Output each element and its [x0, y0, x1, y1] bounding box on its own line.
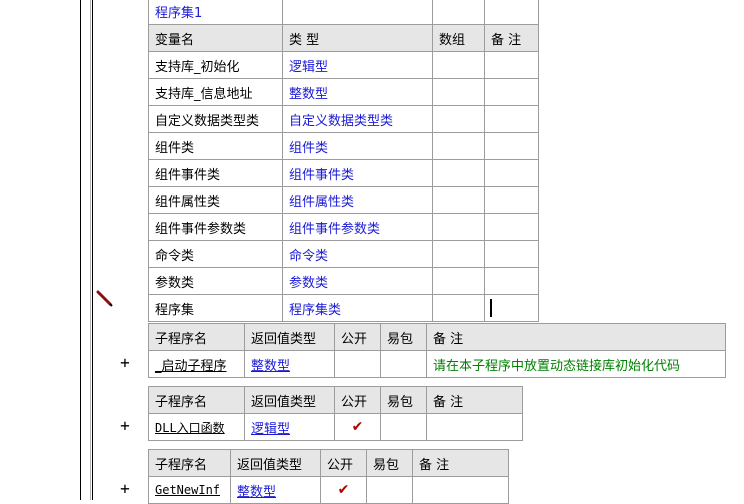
- var-name-cell[interactable]: 组件类: [148, 132, 283, 160]
- expand-subroutine-1[interactable]: +: [118, 353, 132, 372]
- var-name-cell[interactable]: 组件事件参数类: [148, 213, 283, 241]
- col-header-return-type: 返回值类型: [244, 323, 335, 351]
- subroutine-table-3: 子程序名 返回值类型 公开 易包 备 注 GetNewInf 整数型 ✔: [148, 449, 509, 504]
- var-type-cell[interactable]: 参数类: [282, 267, 433, 295]
- sub-name-cell[interactable]: GetNewInf: [148, 476, 231, 504]
- col-header-easy-pack: 易包: [380, 386, 427, 414]
- assembly-name-cell[interactable]: 程序集1: [148, 0, 283, 25]
- col-header-easy-pack: 易包: [380, 323, 427, 351]
- col-header-array: 数组: [432, 24, 485, 52]
- easy-pack-cell[interactable]: [380, 413, 427, 441]
- sub-name-cell[interactable]: DLL入口函数: [148, 413, 245, 441]
- subroutine-header-row: 子程序名 返回值类型 公开 易包 备 注: [148, 386, 523, 414]
- note-cell-active[interactable]: [484, 294, 539, 322]
- public-cell[interactable]: [334, 350, 381, 378]
- table-row: 组件事件类 组件事件类: [148, 159, 539, 187]
- public-check-icon[interactable]: ✔: [320, 476, 367, 504]
- col-header-public: 公开: [334, 323, 381, 351]
- table-row: 参数类 参数类: [148, 267, 539, 295]
- public-check-icon[interactable]: ✔: [334, 413, 381, 441]
- note-cell[interactable]: [412, 476, 509, 504]
- note-cell[interactable]: [426, 413, 523, 441]
- subroutine-row: DLL入口函数 逻辑型 ✔: [148, 413, 523, 441]
- var-type-cell[interactable]: 整数型: [282, 78, 433, 106]
- gutter-divider-inner: [92, 0, 93, 500]
- col-header-return-type: 返回值类型: [244, 386, 335, 414]
- return-type-cell[interactable]: 整数型: [230, 476, 321, 504]
- col-header-sub-name: 子程序名: [148, 323, 245, 351]
- var-type-cell[interactable]: 组件类: [282, 132, 433, 160]
- table-row: 自定义数据类型类 自定义数据类型类: [148, 105, 539, 133]
- var-name-cell[interactable]: 支持库_初始化: [148, 51, 283, 79]
- text-cursor: [490, 299, 492, 317]
- col-header-note: 备 注: [426, 386, 523, 414]
- expand-subroutine-3[interactable]: +: [118, 479, 132, 498]
- easy-pack-cell[interactable]: [366, 476, 413, 504]
- col-header-public: 公开: [334, 386, 381, 414]
- col-header-sub-name: 子程序名: [148, 449, 231, 477]
- assembly-name-row: 程序集1: [148, 0, 539, 25]
- variables-header-row: 变量名 类 型 数组 备 注: [148, 24, 539, 52]
- col-header-sub-name: 子程序名: [148, 386, 245, 414]
- table-row: 支持库_信息地址 整数型: [148, 78, 539, 106]
- gutter-guide: [90, 0, 91, 500]
- subroutine-table-1: 子程序名 返回值类型 公开 易包 备 注 _启动子程序 整数型 请在本子程序中放…: [148, 323, 726, 378]
- var-name-cell[interactable]: 支持库_信息地址: [148, 78, 283, 106]
- easy-pack-cell[interactable]: [380, 350, 427, 378]
- var-name-cell[interactable]: 程序集: [148, 294, 283, 322]
- note-cell[interactable]: 请在本子程序中放置动态链接库初始化代码: [426, 350, 726, 378]
- var-type-cell[interactable]: 命令类: [282, 240, 433, 268]
- var-type-cell[interactable]: 逻辑型: [282, 51, 433, 79]
- subroutine-row: GetNewInf 整数型 ✔: [148, 476, 509, 504]
- col-header-easy-pack: 易包: [366, 449, 413, 477]
- var-type-cell[interactable]: 程序集类: [282, 294, 433, 322]
- col-header-return-type: 返回值类型: [230, 449, 321, 477]
- pencil-icon: [96, 290, 113, 307]
- col-header-note: 备 注: [426, 323, 726, 351]
- col-header-var-name: 变量名: [148, 24, 283, 52]
- return-type-cell[interactable]: 逻辑型: [244, 413, 335, 441]
- var-type-cell[interactable]: 组件属性类: [282, 186, 433, 214]
- table-row: 组件事件参数类 组件事件参数类: [148, 213, 539, 241]
- var-type-cell[interactable]: 组件事件参数类: [282, 213, 433, 241]
- var-name-cell[interactable]: 组件属性类: [148, 186, 283, 214]
- sub-name-cell[interactable]: _启动子程序: [148, 350, 245, 378]
- var-name-cell[interactable]: 参数类: [148, 267, 283, 295]
- expand-subroutine-2[interactable]: +: [118, 416, 132, 435]
- table-row: 程序集 程序集类: [148, 294, 539, 322]
- col-header-public: 公开: [320, 449, 367, 477]
- assembly-variables-table: 程序集1 变量名 类 型 数组 备 注 支持库_初始化 逻辑型 支持库_信息地址整…: [148, 0, 539, 322]
- col-header-note: 备 注: [412, 449, 509, 477]
- table-row: 支持库_初始化 逻辑型: [148, 51, 539, 79]
- var-name-cell[interactable]: 自定义数据类型类: [148, 105, 283, 133]
- col-header-type: 类 型: [282, 24, 433, 52]
- subroutine-header-row: 子程序名 返回值类型 公开 易包 备 注: [148, 323, 726, 351]
- editor-gutter: [0, 0, 78, 500]
- table-row: 组件类 组件类: [148, 132, 539, 160]
- var-type-cell[interactable]: 自定义数据类型类: [282, 105, 433, 133]
- table-row: 命令类 命令类: [148, 240, 539, 268]
- var-name-cell[interactable]: 命令类: [148, 240, 283, 268]
- var-type-cell[interactable]: 组件事件类: [282, 159, 433, 187]
- col-header-note: 备 注: [484, 24, 539, 52]
- subroutine-table-2: 子程序名 返回值类型 公开 易包 备 注 DLL入口函数 逻辑型 ✔: [148, 386, 523, 441]
- subroutine-row: _启动子程序 整数型 请在本子程序中放置动态链接库初始化代码: [148, 350, 726, 378]
- table-row: 组件属性类 组件属性类: [148, 186, 539, 214]
- gutter-divider: [80, 0, 81, 500]
- var-name-cell[interactable]: 组件事件类: [148, 159, 283, 187]
- return-type-cell[interactable]: 整数型: [244, 350, 335, 378]
- subroutine-header-row: 子程序名 返回值类型 公开 易包 备 注: [148, 449, 509, 477]
